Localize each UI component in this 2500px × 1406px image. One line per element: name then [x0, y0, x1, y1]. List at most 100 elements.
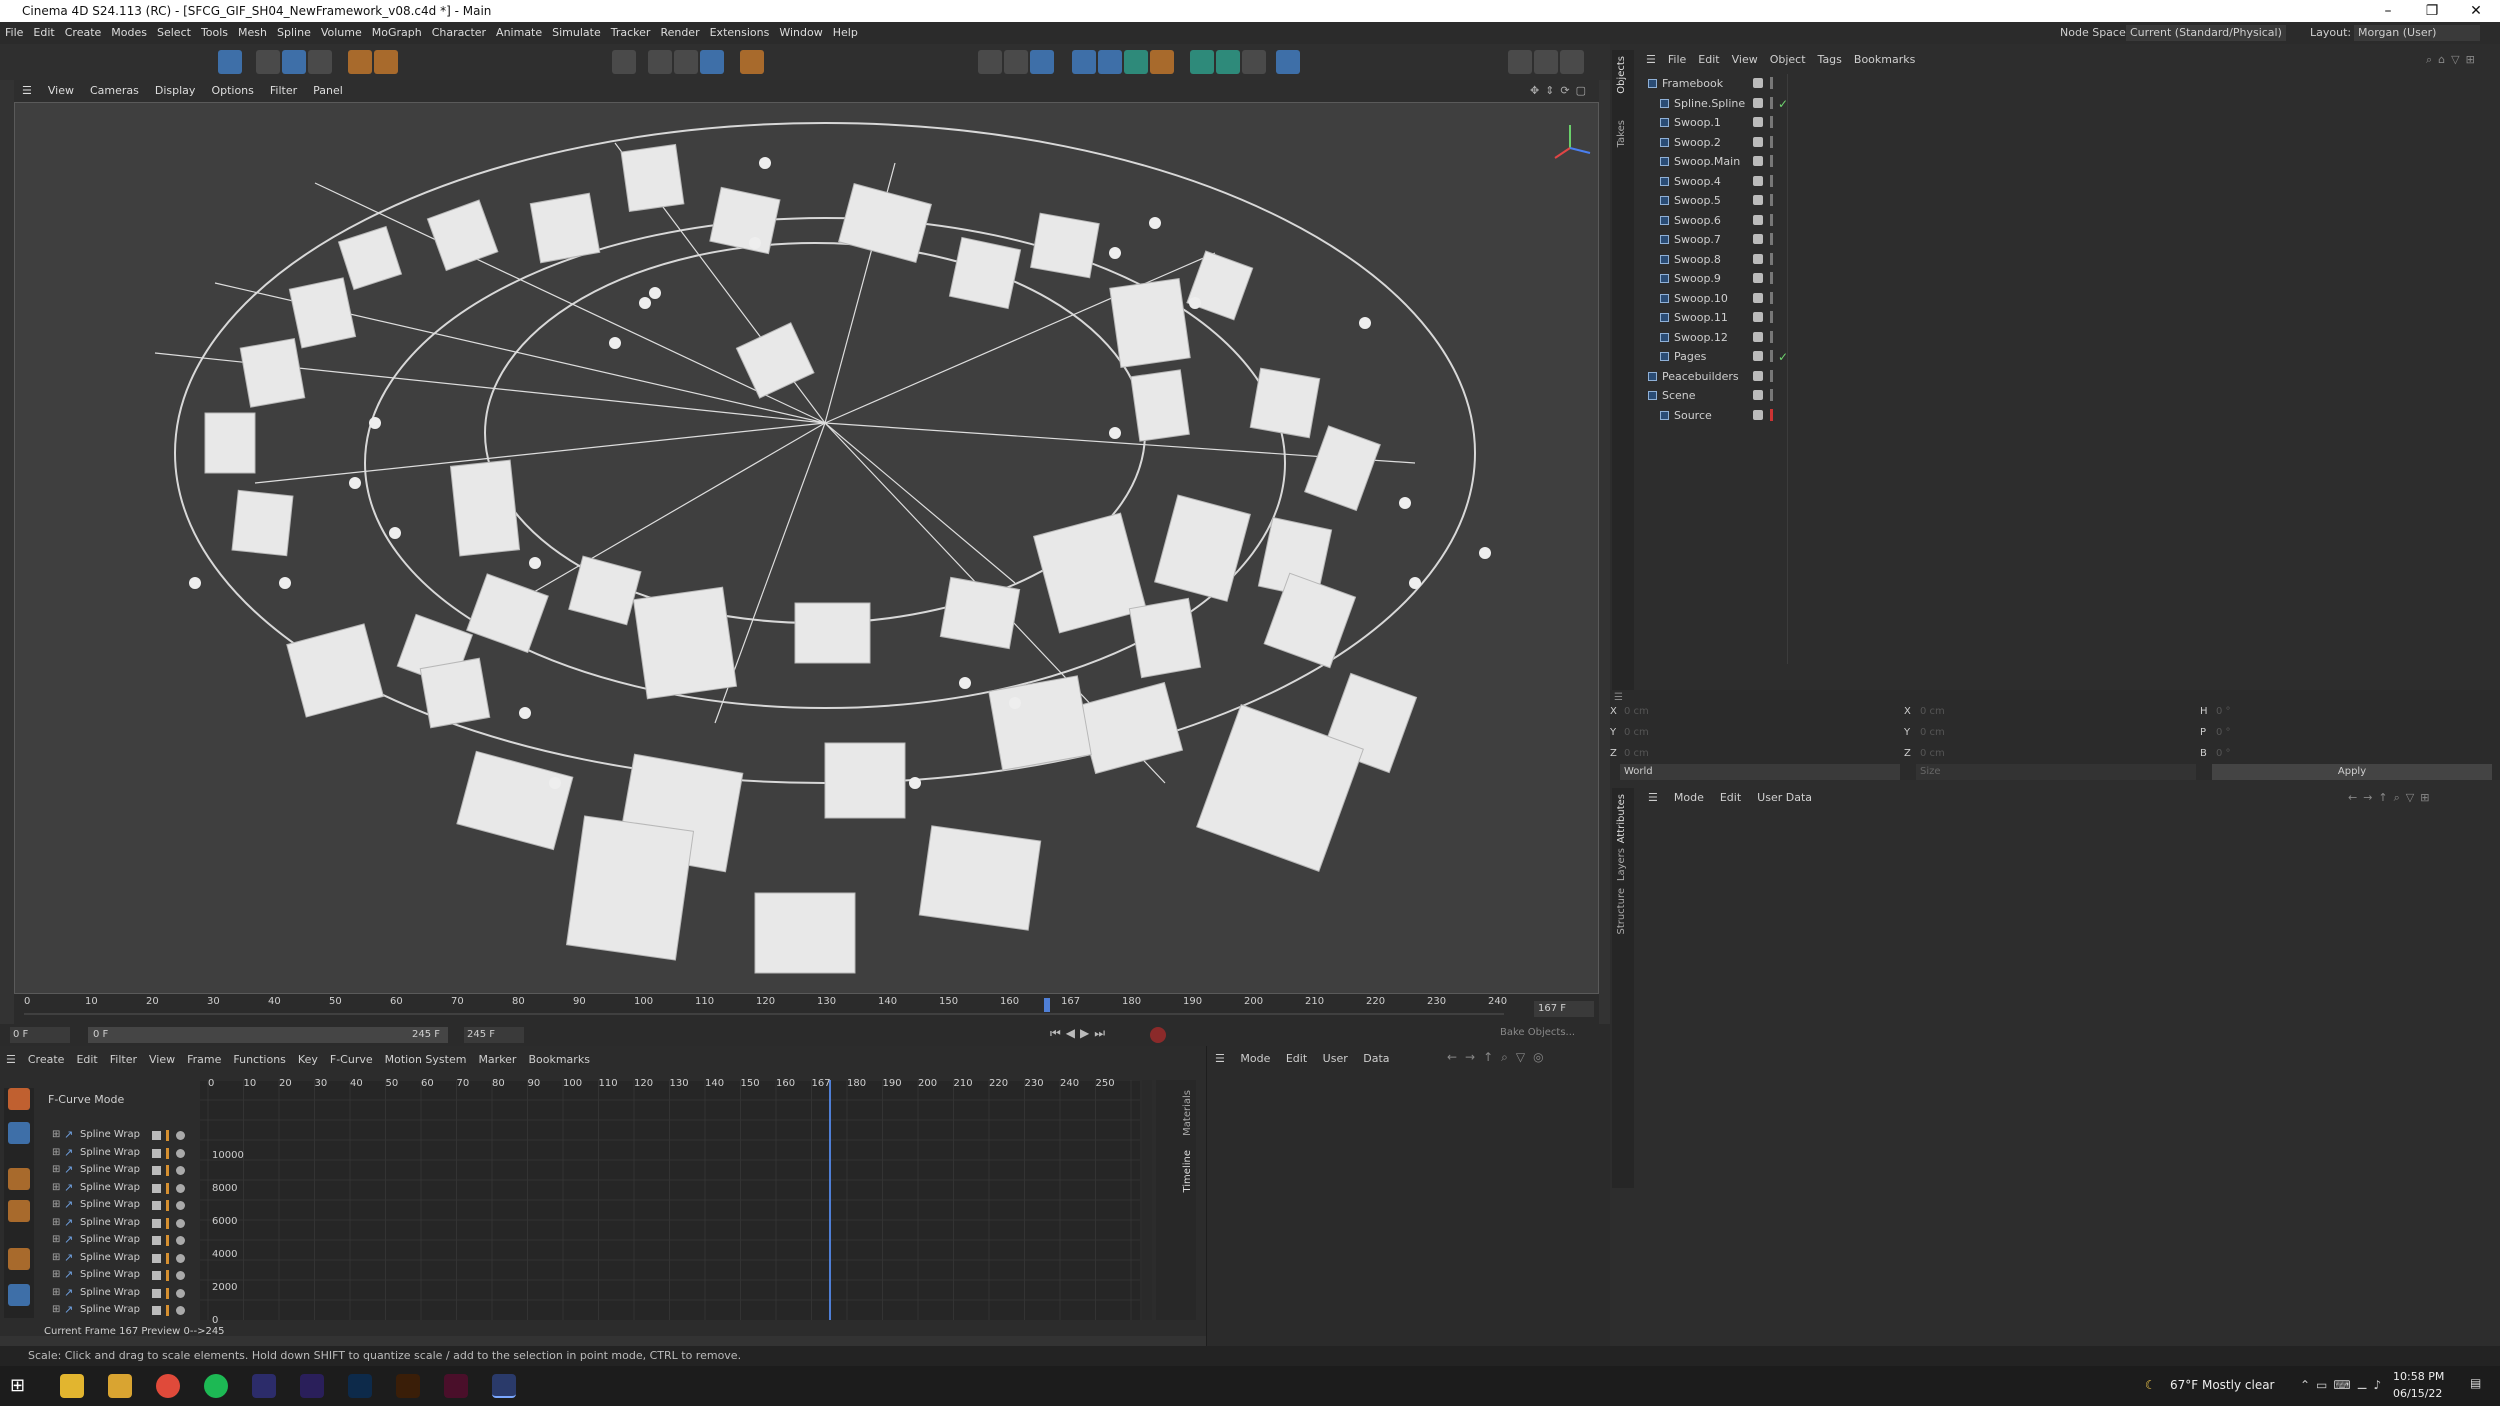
object-name[interactable]: Swoop.2 — [1674, 133, 1721, 152]
tray-icons[interactable]: ⌃▭⌨⚊♪ — [2300, 1378, 2387, 1392]
coord-system-icon[interactable] — [348, 50, 372, 74]
visibility-dots-icon[interactable] — [1770, 408, 1773, 421]
track-enable-icon[interactable] — [152, 1148, 161, 1158]
object-name[interactable]: Swoop.Main — [1674, 152, 1740, 171]
model-mode-icon[interactable] — [612, 50, 636, 74]
snap-icon[interactable] — [374, 50, 398, 74]
layer-icon[interactable] — [8, 1248, 30, 1270]
track-solo-icon[interactable] — [176, 1253, 185, 1263]
playhead[interactable] — [1044, 998, 1050, 1012]
rot-p-field[interactable]: 0 ° — [2216, 727, 2231, 738]
visibility-dots-icon[interactable] — [1770, 116, 1773, 128]
cinema4d-taskbar-icon[interactable] — [492, 1374, 516, 1398]
rot-h-field[interactable]: 0 ° — [2216, 706, 2231, 717]
deformer-icon[interactable] — [1150, 50, 1174, 74]
track-solo-icon[interactable] — [176, 1271, 185, 1280]
objects-menu-object[interactable]: Object — [1764, 50, 1812, 70]
visibility-dots-icon[interactable] — [1770, 174, 1773, 187]
end-frame-field[interactable]: 245 F — [464, 1027, 524, 1043]
track-enable-icon[interactable] — [152, 1131, 161, 1140]
mini-nav-icons[interactable]: ←→↑⌕▽◎ — [1447, 1050, 1552, 1065]
track-enable-icon[interactable] — [152, 1166, 161, 1175]
apply-button[interactable]: Apply — [2212, 764, 2492, 780]
visibility-dots-icon[interactable] — [1770, 311, 1773, 323]
object-name[interactable]: Spline.Spline — [1674, 94, 1745, 113]
objects-search-icons[interactable]: ⌕⌂▽⊞ — [2420, 50, 2487, 70]
range-slider[interactable]: 0 F — [88, 1027, 448, 1043]
menu-edit[interactable]: Edit — [28, 22, 59, 44]
layout-select[interactable]: Morgan (User) — [2354, 25, 2480, 41]
windows-start-icon[interactable]: ⊞ — [10, 1374, 34, 1398]
size-select[interactable]: Size — [1916, 764, 2196, 780]
visibility-dots-icon[interactable] — [1770, 233, 1773, 245]
objects-hamburger-icon[interactable]: ☰ — [1640, 50, 1662, 70]
coords-hamburger-icon[interactable]: ☰ — [1614, 692, 1623, 703]
visibility-dots-icon[interactable] — [1770, 194, 1773, 206]
mini-menu-user-data[interactable]: User Data — [1323, 1052, 1390, 1065]
visibility-dots-icon[interactable] — [1770, 96, 1773, 109]
visibility-dots-icon[interactable] — [1770, 350, 1773, 362]
object-name[interactable]: Swoop.7 — [1674, 230, 1721, 249]
dopesheet-mode-icon[interactable] — [8, 1122, 30, 1144]
track-row[interactable]: ⊞ ↗ Spline Wrap — [48, 1216, 198, 1232]
notifications-icon[interactable]: ▤ — [2470, 1376, 2481, 1390]
track-row[interactable]: ⊞ ↗ Spline Wrap — [48, 1181, 198, 1197]
objects-menu-file[interactable]: File — [1662, 50, 1692, 70]
photoshop-icon[interactable] — [348, 1374, 372, 1398]
object-row[interactable]: Swoop.Main — [1640, 152, 2495, 171]
record-icon[interactable] — [1150, 1027, 1166, 1043]
object-row[interactable]: Framebook — [1640, 74, 2495, 93]
axis-z-icon[interactable] — [308, 50, 332, 74]
object-layer-icon[interactable] — [1753, 78, 1763, 88]
coord-y-field[interactable]: 0 cm — [1624, 727, 1784, 738]
track-solo-icon[interactable] — [176, 1236, 185, 1245]
expand-icon[interactable]: ⊞ — [52, 1234, 60, 1245]
menu-modes[interactable]: Modes — [106, 22, 152, 44]
objects-menu-view[interactable]: View — [1726, 50, 1764, 70]
clock-time[interactable]: 10:58 PM — [2393, 1370, 2444, 1383]
expand-icon[interactable]: ⊞ — [52, 1199, 60, 1210]
floor-icon[interactable] — [1030, 50, 1054, 74]
world-select[interactable]: World — [1620, 764, 1900, 780]
objects-menu-tags[interactable]: Tags — [1812, 50, 1848, 70]
menu-tools[interactable]: Tools — [196, 22, 233, 44]
menu-create[interactable]: Create — [60, 22, 107, 44]
track-solo-icon[interactable] — [176, 1218, 185, 1228]
axis-y-icon[interactable] — [282, 50, 306, 74]
spline-pen-icon[interactable] — [1098, 50, 1122, 74]
object-name[interactable]: Swoop.12 — [1674, 328, 1728, 347]
tab-layers[interactable]: Layers — [1616, 848, 1627, 881]
node-space-select[interactable]: Current (Standard/Physical) — [2126, 25, 2286, 41]
rot-b-field[interactable]: 0 ° — [2216, 748, 2231, 759]
enable-axis-icon[interactable] — [740, 50, 764, 74]
object-row[interactable]: Swoop.7 — [1640, 230, 2495, 249]
effector-icon[interactable] — [1216, 50, 1240, 74]
expand-icon[interactable]: ⊞ — [52, 1269, 60, 1280]
tab-attributes[interactable]: Attributes — [1616, 794, 1627, 843]
attr-menu-user-data[interactable]: User Data — [1749, 788, 1820, 808]
chrome-icon[interactable] — [156, 1374, 180, 1398]
object-layer-icon[interactable] — [1753, 351, 1763, 361]
size-z-field[interactable]: 0 cm — [1920, 748, 1945, 759]
object-name[interactable]: Scene — [1662, 386, 1696, 405]
undo-icon[interactable] — [218, 50, 242, 74]
menu-file[interactable]: File — [0, 22, 28, 44]
track-enable-icon[interactable] — [152, 1236, 161, 1245]
object-name[interactable]: Swoop.10 — [1674, 289, 1728, 308]
file-explorer-icon[interactable] — [108, 1374, 132, 1398]
attr-menu-mode[interactable]: Mode — [1666, 788, 1712, 808]
track-row[interactable]: ⊞ ↗ Spline Wrap — [48, 1198, 198, 1214]
object-layer-icon[interactable] — [1753, 97, 1763, 108]
fcurve-menu-fcurve[interactable]: F-Curve — [324, 1050, 379, 1070]
object-name[interactable]: Swoop.4 — [1674, 172, 1721, 191]
timeline-ruler[interactable]: 0 10 20 30 40 50 60 70 80 90 100 110 120 130 140 150 160… — [14, 994, 1599, 1024]
object-row[interactable]: Swoop.9 — [1640, 269, 2495, 288]
premiere-icon[interactable] — [300, 1374, 324, 1398]
illustrator-icon[interactable] — [396, 1374, 420, 1398]
track-row[interactable]: ⊞ ↗ Spline Wrap — [48, 1146, 198, 1162]
object-row[interactable]: Swoop.5 — [1640, 191, 2495, 210]
edges-mode-icon[interactable] — [674, 50, 698, 74]
indesign-icon[interactable] — [444, 1374, 468, 1398]
fcurve-hamburger-icon[interactable]: ☰ — [0, 1050, 22, 1070]
render-queue-icon[interactable] — [1560, 50, 1584, 74]
